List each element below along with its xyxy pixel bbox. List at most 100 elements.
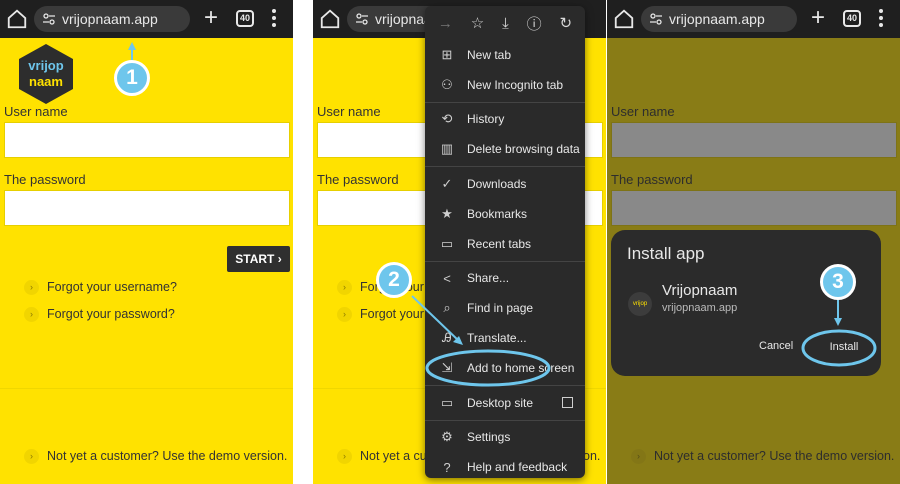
info-icon[interactable]: ⓘ [527,13,542,34]
menu-item-recent-tabs[interactable]: ▭ Recent tabs [425,229,585,259]
menu-item-label: Translate... [467,331,527,346]
site-settings-icon[interactable] [42,13,56,25]
login-page: vrijop naam User name The password START… [0,38,293,484]
menu-item-label: Recent tabs [467,236,532,251]
browser-overflow-menu: → ☆ ⤓ ⓘ ↻ ⊞ New tab ⚇ New Incognito tab ⟲ H… [425,6,585,478]
menu-item-downloads[interactable]: ✓ Downloads [425,169,585,199]
menu-item-bookmarks[interactable]: ★ Bookmarks [425,199,585,229]
browser-toolbar: vrijopnaam.app + 40 [0,0,293,38]
menu-item-label: Downloads [467,177,527,192]
download-check-icon: ✓ [441,176,453,192]
tab-switcher-button[interactable]: 40 [236,10,254,27]
username-input[interactable] [4,122,290,158]
menu-icon-bar: → ☆ ⤓ ⓘ ↻ [425,6,585,40]
browser-toolbar: vrijopnaam.app + 40 [607,0,900,38]
menu-item-label: New tab [467,47,512,62]
chevron-right-icon: › [24,448,39,464]
cancel-button[interactable]: Cancel [759,340,793,352]
step-badge-2: 2 [376,262,412,298]
forward-icon[interactable]: → [438,15,453,32]
menu-item-translate[interactable]: Ꭿ Translate... [425,323,585,353]
username-label: User name [317,104,381,119]
menu-separator [425,260,585,262]
menu-item-label: New Incognito tab [467,77,564,92]
menu-item-share[interactable]: < Share... [425,264,585,294]
menu-item-settings[interactable]: ⚙ Settings [425,423,585,453]
more-menu-icon[interactable] [272,9,276,30]
bookmark-star-icon[interactable]: ☆ [471,14,484,32]
reload-icon[interactable]: ↻ [559,14,572,32]
history-icon: ⟲ [441,111,453,127]
vrijopnaam-logo: vrijop naam [19,44,73,104]
new-tab-icon[interactable]: + [811,5,825,31]
menu-item-delete-browsing-data[interactable]: ▥ Delete browsing data [425,134,585,164]
gear-icon: ⚙ [441,429,453,445]
plus-square-icon: ⊞ [441,46,453,62]
forgot-password-text: Forgot your password? [47,307,175,321]
find-icon: ⌕ [443,300,451,316]
menu-separator [425,166,585,168]
chevron-right-icon: › [337,448,352,464]
desktop-icon: ▭ [440,394,454,410]
menu-item-desktop-site[interactable]: ▭ Desktop site [425,388,585,418]
logo-line1: vrijop [28,58,63,73]
forgot-password-link[interactable]: › Forgot your password? [24,305,175,323]
menu-item-label: Find in page [467,301,534,316]
chevron-right-icon: › [24,279,39,295]
chevron-right-icon: › [24,306,39,322]
url-text: vrijopnaam.app [62,11,158,27]
forgot-username-link[interactable]: › Forgot your username? [24,278,177,296]
menu-item-label: Share... [467,271,510,286]
menu-item-add-to-home-screen[interactable]: ⇲ Add to home screen [425,353,585,383]
menu-item-new-tab[interactable]: ⊞ New tab [425,40,585,70]
help-icon: ? [443,459,451,475]
menu-item-find-in-page[interactable]: ⌕ Find in page [425,293,585,323]
menu-item-new-incognito-tab[interactable]: ⚇ New Incognito tab [425,70,585,100]
username-label: User name [4,104,68,119]
install-button[interactable]: Install [816,335,872,359]
demo-link-text: Not yet a customer? Use the demo version… [47,449,288,463]
address-bar[interactable]: vrijopnaam.app [34,6,190,32]
home-icon[interactable] [319,8,341,30]
url-text: vrijopnaam.app [669,11,765,27]
desktop-site-checkbox[interactable] [562,397,573,409]
add-home-icon: ⇲ [441,359,453,375]
menu-separator [425,419,585,421]
divider [0,388,293,389]
share-icon: < [443,270,451,286]
incognito-icon: ⚇ [441,76,453,92]
menu-item-label: Desktop site [467,395,534,410]
more-menu-icon[interactable] [879,9,883,30]
password-label: The password [317,172,399,187]
star-icon: ★ [441,205,453,221]
app-icon: vrijop [628,292,652,316]
step-badge-3: 3 [820,264,856,300]
devices-icon: ▭ [440,235,454,251]
start-button[interactable]: START › [227,246,290,272]
trash-icon: ▥ [440,141,454,157]
menu-item-label: Settings [467,430,511,445]
app-name: Vrijopnaam [662,282,738,299]
site-settings-icon[interactable] [649,13,663,25]
start-button-label: START [235,252,275,266]
address-bar[interactable]: vrijopnaam.app [641,6,797,32]
demo-link[interactable]: › Not yet a customer? Use the demo versio… [24,447,287,465]
menu-item-label: Bookmarks [467,206,528,221]
download-icon[interactable]: ⤓ [502,15,509,32]
menu-item-label: History [467,112,505,127]
menu-item-history[interactable]: ⟲ History [425,105,585,135]
site-settings-icon[interactable] [355,13,369,25]
new-tab-icon[interactable]: + [204,5,218,31]
home-icon[interactable] [613,8,635,30]
tab-switcher-button[interactable]: 40 [843,10,861,27]
home-icon[interactable] [6,8,28,30]
menu-item-help-and-feedback[interactable]: ? Help and feedback [425,452,585,478]
menu-separator [425,101,585,103]
logo-line2: naam [29,74,63,89]
step-badge-1: 1 [114,60,150,96]
panel-install-step3: vrijopnaam.app + 40 User name The passwo… [607,0,900,484]
password-input[interactable] [4,190,290,226]
forgot-username-text: Forgot your username? [47,280,177,294]
chevron-right-icon: › [337,279,352,295]
dialog-title: Install app [627,244,705,263]
